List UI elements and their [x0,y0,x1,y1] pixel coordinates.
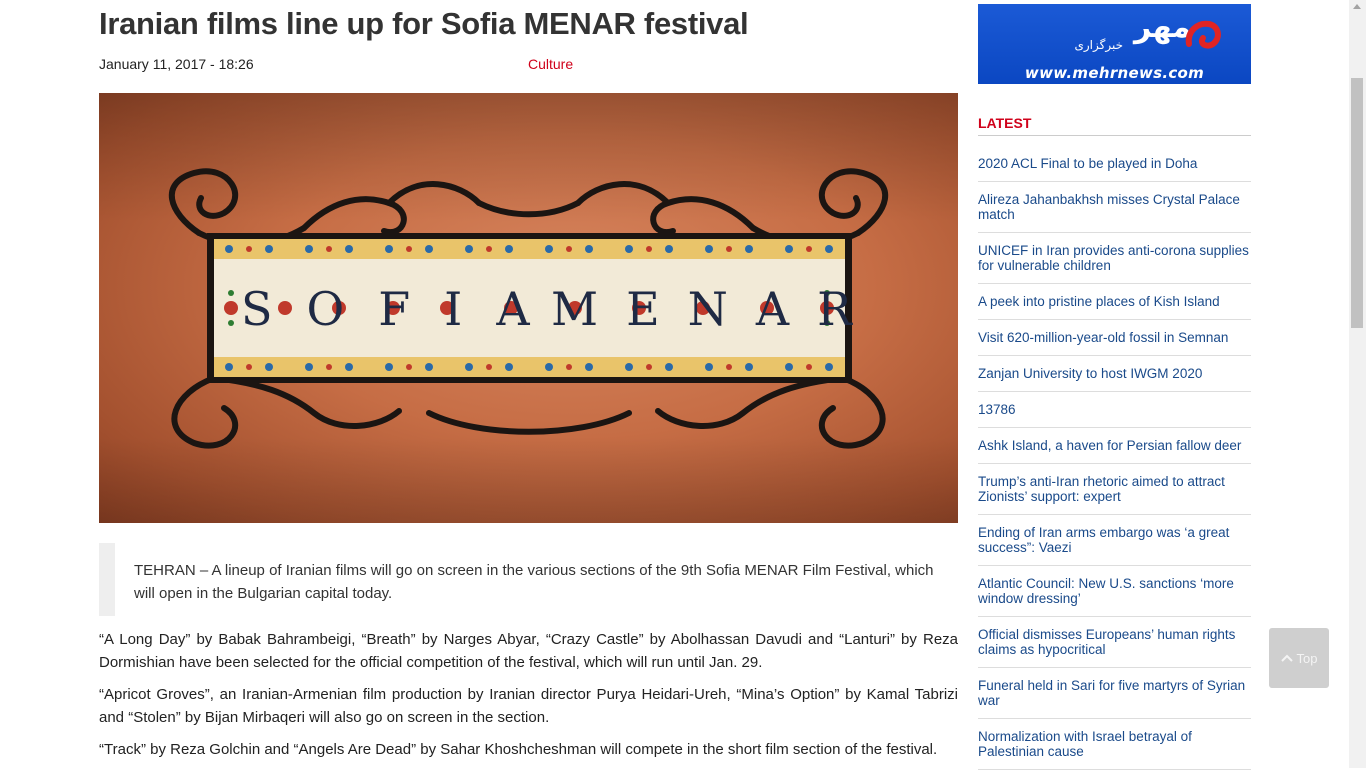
news-link[interactable]: Trump’s anti-Iran rhetoric aimed to attr… [978,474,1251,504]
article-date: January 11, 2017 - 18:26 [99,56,254,72]
news-link[interactable]: Normalization with Israel betrayal of Pa… [978,729,1251,759]
logo-mark-icon [1185,20,1221,49]
news-link[interactable]: 2020 ACL Final to be played in Doha [978,156,1251,171]
list-item: Normalization with Israel betrayal of Pa… [978,719,1251,770]
page-scrollbar[interactable] [1349,0,1366,768]
list-item: Alireza Jahanbakhsh misses Crystal Palac… [978,182,1251,233]
list-item: Zanjan University to host IWGM 2020 [978,356,1251,392]
list-item: UNICEF in Iran provides anti-corona supp… [978,233,1251,284]
list-item: Funeral held in Sari for five martyrs of… [978,668,1251,719]
news-link[interactable]: A peek into pristine places of Kish Isla… [978,294,1251,309]
news-link[interactable]: Zanjan University to host IWGM 2020 [978,366,1251,381]
news-link[interactable]: Funeral held in Sari for five martyrs of… [978,678,1251,708]
logo-url: www.mehrnews.com [1024,64,1205,82]
news-link[interactable]: Alireza Jahanbakhsh misses Crystal Palac… [978,192,1251,222]
list-item: Visit 620-million-year-old fossil in Sem… [978,320,1251,356]
list-item: Trump’s anti-Iran rhetoric aimed to attr… [978,464,1251,515]
scrollbar-thumb[interactable] [1351,78,1363,328]
latest-news-list: 2020 ACL Final to be played in Doha Alir… [978,146,1251,770]
scroll-to-top-label: Top [1296,650,1318,666]
news-link[interactable]: UNICEF in Iran provides anti-corona supp… [978,243,1251,273]
article-image: SOFIA MENAR [99,93,958,523]
news-link[interactable]: Ending of Iran arms embargo was ‘a great… [978,525,1251,555]
list-item: Official dismisses Europeans’ human righ… [978,617,1251,668]
article-paragraph: “Apricot Groves”, an Iranian-Armenian fi… [99,686,958,726]
article-title: Iranian films line up for Sofia MENAR fe… [99,6,749,41]
list-item: 13786 [978,392,1251,428]
image-sign-menar: MENAR [551,282,880,336]
logo-persian-sub: خبرگزاری [1074,38,1123,52]
chevron-up-icon [1280,654,1293,662]
list-item: Atlantic Council: New U.S. sanctions ‘mo… [978,566,1251,617]
scroll-up-arrow-icon[interactable] [1353,4,1361,9]
mehrnews-logo[interactable]: مهر خبرگزاری www.mehrnews.com [978,4,1251,84]
category-link[interactable]: Culture [528,56,573,72]
image-sign-sofia: SOFIA [241,282,564,336]
news-link[interactable]: Official dismisses Europeans’ human righ… [978,627,1251,657]
news-link[interactable]: 13786 [978,402,1251,417]
latest-heading: LATEST [978,115,1251,136]
news-link[interactable]: Ashk Island, a haven for Persian fallow … [978,438,1251,453]
list-item: Ending of Iran arms embargo was ‘a great… [978,515,1251,566]
scroll-to-top-button[interactable]: Top [1269,628,1329,688]
article-lead: TEHRAN – A lineup of Iranian films will … [99,543,958,616]
list-item: 2020 ACL Final to be played in Doha [978,146,1251,182]
list-item: A peek into pristine places of Kish Isla… [978,284,1251,320]
list-item: Ashk Island, a haven for Persian fallow … [978,428,1251,464]
article-paragraph: “A Long Day” by Babak Bahrambeigi, “Brea… [99,631,958,671]
article-paragraph: “Track” by Reza Golchin and “Angels Are … [99,741,938,758]
news-link[interactable]: Visit 620-million-year-old fossil in Sem… [978,330,1251,345]
news-link[interactable]: Atlantic Council: New U.S. sanctions ‘mo… [978,576,1251,606]
